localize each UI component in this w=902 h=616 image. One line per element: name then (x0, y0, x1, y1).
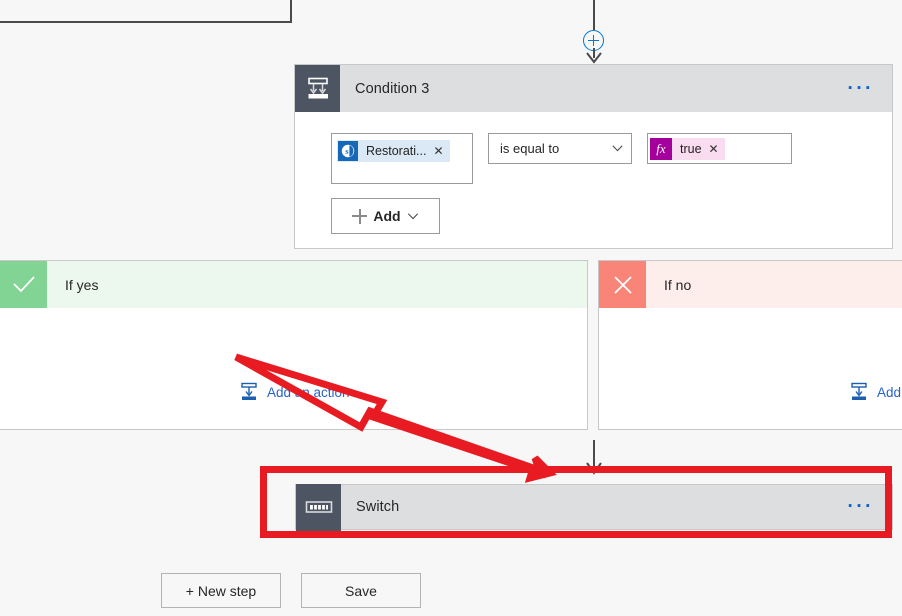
cross-icon (599, 261, 646, 308)
sharepoint-token-label: Restorati... (366, 144, 427, 158)
switch-icon (296, 483, 341, 531)
connector-vertical-to-condition (593, 0, 595, 30)
arrowhead-down-icon (586, 52, 602, 64)
switch-card-title: Switch (356, 499, 400, 515)
save-button[interactable]: Save (301, 573, 421, 608)
branch-if-yes-header: If yes (0, 261, 587, 308)
branch-if-yes: If yes (0, 260, 588, 430)
add-action-icon (241, 382, 257, 400)
condition-icon (295, 65, 340, 112)
condition-card-header[interactable]: Condition 3 ··· (295, 65, 892, 112)
add-action-icon (851, 382, 867, 400)
sharepoint-icon: s (338, 141, 358, 161)
arrowhead-down-icon (586, 462, 602, 475)
switch-menu-icon[interactable]: ··· (848, 497, 874, 516)
condition-right-operand-field[interactable]: fx true ✕ (647, 133, 792, 164)
branch-if-yes-label: If yes (65, 276, 99, 293)
plus-icon (352, 208, 368, 224)
condition-operator-dropdown[interactable]: is equal to (488, 133, 632, 164)
condition-row: s Restorati... ✕ is equal to fx true ✕ (331, 133, 792, 184)
add-button-label: Add (373, 208, 401, 224)
remove-token-icon[interactable]: ✕ (433, 145, 443, 157)
condition-left-operand-field[interactable]: s Restorati... ✕ (331, 133, 473, 184)
remove-expression-icon[interactable]: ✕ (709, 143, 719, 155)
add-an-action-label-no: Add (877, 384, 902, 400)
condition-operator-value: is equal to (500, 141, 560, 156)
condition-card-title: Condition 3 (355, 80, 430, 97)
switch-card[interactable]: Switch ··· (295, 483, 893, 531)
expression-fx-icon: fx (650, 138, 672, 160)
flow-designer-canvas: Condition 3 ··· s Restorati... ✕ is equa… (0, 0, 902, 616)
add-condition-row-button[interactable]: Add (331, 198, 440, 234)
add-an-action-link-yes[interactable]: Add an action (239, 382, 350, 402)
branch-if-no-label: If no (664, 276, 692, 293)
condition-menu-icon[interactable]: ··· (848, 79, 874, 98)
connector-horizontal-top (0, 21, 291, 23)
branch-if-no: If no (598, 260, 902, 430)
add-an-action-link-no[interactable]: Add (849, 382, 901, 402)
sharepoint-token[interactable]: s Restorati... ✕ (337, 140, 450, 162)
checkmark-icon (0, 261, 47, 308)
connector-vertical-left-branch (290, 0, 292, 23)
expression-token-label: true (680, 142, 702, 156)
expression-token[interactable]: fx true ✕ (650, 138, 725, 160)
branch-if-no-header: If no (599, 261, 902, 308)
add-an-action-label-yes: Add an action (267, 384, 350, 400)
chevron-down-icon (407, 212, 418, 219)
new-step-button[interactable]: + New step (161, 573, 281, 608)
chevron-down-icon (612, 145, 623, 152)
